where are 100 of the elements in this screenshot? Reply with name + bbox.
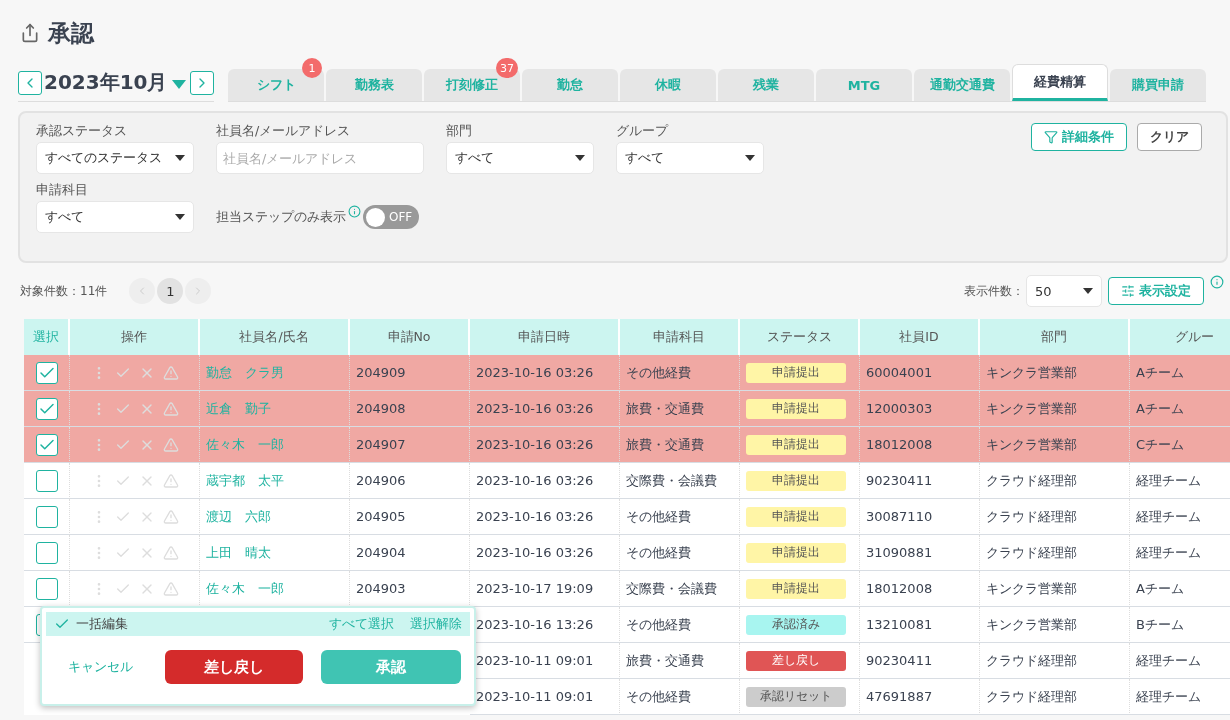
- employee-name-link[interactable]: 上田 晴太: [206, 543, 271, 562]
- field-label: 部門: [446, 123, 473, 140]
- tab[interactable]: 残業: [718, 69, 814, 101]
- table-cell: その他経費: [626, 507, 691, 526]
- table-cell: 18012008: [866, 437, 933, 452]
- column-header: 操作: [70, 319, 200, 355]
- status-tag: 申請提出: [746, 470, 846, 491]
- table-cell: クラウド経理部: [986, 651, 1077, 670]
- status-tag: 申請提出: [746, 578, 846, 599]
- employee-name-link[interactable]: 蔵宇都 太平: [206, 471, 284, 490]
- select-field[interactable]: すべて: [446, 142, 594, 174]
- tab[interactable]: 勤怠: [522, 69, 618, 101]
- cancel-link[interactable]: キャンセル: [68, 658, 133, 676]
- share-icon: [20, 23, 40, 43]
- per-page-label: 表示件数：: [964, 282, 1024, 300]
- page-number[interactable]: 1: [157, 278, 184, 304]
- row-checkbox[interactable]: [35, 541, 58, 564]
- clear-button[interactable]: クリア: [1137, 123, 1202, 151]
- table-cell: クラウド経理部: [986, 543, 1077, 562]
- select-field[interactable]: すべて: [36, 201, 194, 233]
- table-cell: 31090881: [866, 545, 933, 560]
- warning-icon[interactable]: [162, 580, 179, 597]
- row-checkbox[interactable]: [35, 505, 58, 528]
- table-cell: 2023-10-17 19:09: [476, 581, 594, 596]
- row-checkbox[interactable]: [35, 577, 58, 600]
- next-month-button[interactable]: [189, 70, 214, 95]
- table-cell: その他経費: [626, 687, 691, 706]
- column-header: 部門: [980, 319, 1130, 355]
- table-cell: 2023-10-16 13:26: [476, 617, 594, 632]
- table-cell: 経理チーム: [1136, 471, 1201, 490]
- row-checkbox[interactable]: [35, 397, 58, 420]
- tab[interactable]: 購買申請: [1110, 69, 1206, 101]
- row-checkbox[interactable]: [35, 469, 58, 492]
- approve-button[interactable]: 承認: [321, 650, 461, 684]
- table-cell: 経理チーム: [1136, 507, 1201, 526]
- select-field[interactable]: すべて: [616, 142, 764, 174]
- warning-icon[interactable]: [162, 544, 179, 561]
- count-badge: 1: [302, 58, 322, 78]
- warning-icon[interactable]: [162, 400, 179, 417]
- select-field[interactable]: すべてのステータス: [36, 142, 194, 174]
- status-tag: 承認リセット: [746, 686, 846, 707]
- search-field[interactable]: 社員名/メールアドレス: [216, 142, 424, 174]
- tab[interactable]: 勤務表: [326, 69, 422, 101]
- table-cell: キンクラ営業部: [986, 615, 1077, 634]
- column-header: 申請科目: [620, 319, 740, 355]
- row-checkbox[interactable]: [35, 361, 58, 384]
- table-cell: 204905: [356, 509, 406, 524]
- table-cell: 60004001: [866, 365, 933, 380]
- select-link[interactable]: 選択解除: [410, 615, 462, 633]
- table-cell: 旅費・交通費: [626, 399, 704, 418]
- table-cell: 交際費・会議費: [626, 579, 717, 598]
- tab[interactable]: MTG: [816, 69, 912, 101]
- per-page-select[interactable]: 50: [1026, 275, 1102, 307]
- result-count: 対象件数：11件: [20, 282, 108, 300]
- table-cell: 2023-10-16 03:26: [476, 509, 594, 524]
- table-cell: Cチーム: [1136, 435, 1185, 454]
- previous-page-button[interactable]: [129, 278, 156, 304]
- info-icon[interactable]: [348, 205, 361, 218]
- previous-month-button[interactable]: [18, 70, 42, 95]
- field-label: グループ: [616, 123, 670, 140]
- table-cell: キンクラ営業部: [986, 435, 1077, 454]
- info-icon[interactable]: [1210, 275, 1224, 289]
- table-cell: 90230411: [866, 473, 933, 488]
- warning-icon[interactable]: [162, 472, 179, 489]
- warning-icon[interactable]: [162, 436, 179, 453]
- table-cell: 経理チーム: [1136, 543, 1201, 562]
- detail-filter-button[interactable]: 詳細条件: [1031, 123, 1127, 151]
- warning-icon[interactable]: [162, 364, 179, 381]
- tab[interactable]: 経費精算: [1012, 64, 1108, 101]
- table-cell: Aチーム: [1136, 363, 1184, 382]
- next-page-button[interactable]: [185, 278, 212, 304]
- table-cell: キンクラ営業部: [986, 363, 1077, 382]
- tab[interactable]: 通勤交通費: [914, 69, 1010, 101]
- column-header: ステータス: [740, 319, 860, 355]
- status-tag: 申請提出: [746, 362, 846, 383]
- table-cell: 経理チーム: [1136, 651, 1201, 670]
- employee-name-link[interactable]: 渡辺 六郎: [206, 507, 271, 526]
- table-cell: その他経費: [626, 543, 691, 562]
- status-tag: 申請提出: [746, 434, 846, 455]
- toggle-label: 担当ステップのみ表示: [216, 208, 346, 226]
- field-label: 社員名/メールアドレス: [216, 123, 352, 140]
- warning-icon[interactable]: [162, 508, 179, 525]
- table-cell: 2023-10-11 09:01: [476, 653, 594, 668]
- table-cell: 204904: [356, 545, 406, 560]
- table-cell: 2023-10-16 03:26: [476, 401, 594, 416]
- table-cell: 2023-10-16 03:26: [476, 437, 594, 452]
- display-settings-button[interactable]: 表示設定: [1108, 277, 1204, 305]
- table-cell: 204909: [356, 365, 406, 380]
- toggle-switch[interactable]: OFF: [363, 205, 419, 229]
- bulk-edit-title: 一括編集: [76, 615, 129, 633]
- table-cell: 2023-10-16 03:26: [476, 473, 594, 488]
- reject-button[interactable]: 差し戻し: [165, 650, 303, 684]
- select-link[interactable]: すべて選択: [329, 615, 394, 633]
- status-tag: 承認済み: [746, 614, 846, 635]
- month-label[interactable]: 2023年10月: [44, 69, 168, 96]
- table-cell: その他経費: [626, 615, 691, 634]
- employee-name-link[interactable]: 佐々木 一郎: [206, 579, 284, 598]
- table-cell: 204907: [356, 437, 406, 452]
- tab[interactable]: 休暇: [620, 69, 716, 101]
- row-checkbox[interactable]: [35, 433, 58, 456]
